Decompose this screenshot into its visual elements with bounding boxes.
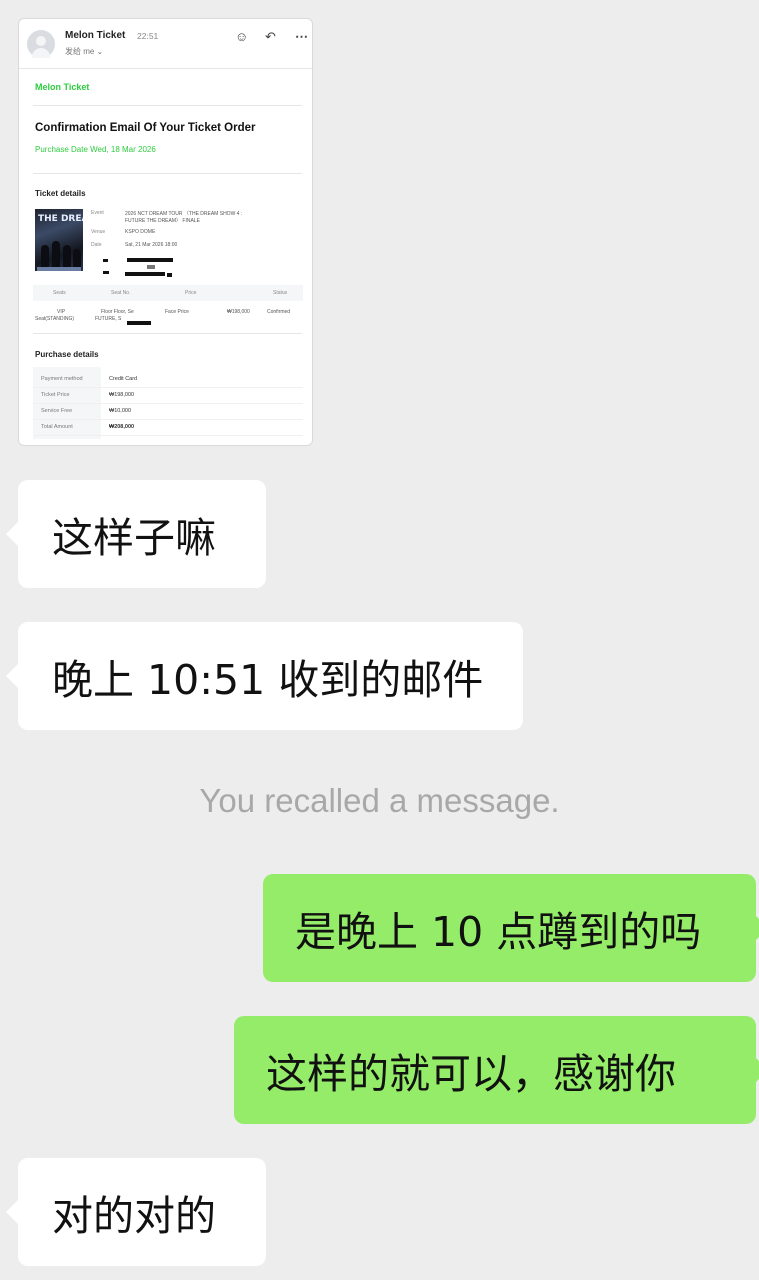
table-header-cell: Seats [53,290,66,296]
message-text: 这样的就可以，感谢你 [266,1050,676,1098]
redaction-mark [147,265,155,269]
purchase-label: Total Amount [41,424,73,430]
table-header-cell: Price [185,290,197,296]
recipient-line: 发给 me ⌄ [65,47,104,56]
message-text: 晚上 10:51 收到的邮件 [52,656,484,704]
event-label: Event [91,210,104,216]
ticket-details-heading: Ticket details [35,189,86,198]
row-price: ₩198,000 [227,309,250,315]
concert-poster-image: THE DREAM [35,209,83,271]
incoming-message-bubble[interactable]: 晚上 10:51 收到的邮件 [6,622,523,730]
outgoing-message-bubble[interactable]: 这样的就可以，感谢你 [234,1016,759,1124]
purchase-row: Total Amount ₩208,000 [33,419,303,436]
message-text: 是晚上 10 点蹲到的吗 [295,908,702,956]
date-label: Date [91,242,102,248]
redaction-mark [127,258,173,262]
row-seat-no: Floor Floor, Se [101,309,134,315]
table-header-cell: Status [273,290,288,296]
more-icon: ⋯ [295,29,308,44]
row-seat-type: Seat(STANDING) [35,316,75,322]
redaction-mark [167,273,172,277]
incoming-message-bubble[interactable]: 这样子嘛 [6,480,266,588]
event-value-line2: FUTURE THE DREAM〉 FINALE [125,218,200,224]
outgoing-message-bubble[interactable]: 是晚上 10 点蹲到的吗 [263,874,759,982]
purchase-row: Service Free ₩10,000 [33,403,303,420]
purchase-label: Service Free [41,408,73,414]
row-price-label: Face Price [165,309,189,315]
message-text: 这样子嘛 [52,514,216,562]
brand-name: Melon Ticket [35,82,90,92]
sender-avatar [27,30,55,58]
title-divider [33,173,302,174]
purchase-row: Ticket Price ₩198,000 [33,387,303,404]
purchase-value: ₩10,000 [109,408,132,414]
incoming-message-bubble[interactable]: 对的对的 [6,1158,266,1266]
emoji-icon: ☺ [235,29,249,44]
venue-value: KSPO DOME [125,229,156,235]
purchase-label: Ticket Price [41,392,70,398]
venue-label: Venue [91,229,106,235]
poster-title: THE DREAM [38,214,83,224]
email-screenshot-image[interactable]: Melon Ticket 22:51 发给 me ⌄ ☺ ↶ ⋯ Melon T… [18,18,313,446]
redaction-mark [125,272,165,276]
redaction-mark [103,271,109,274]
redaction-mark [103,259,108,262]
reply-icon: ↶ [265,29,276,44]
redaction-mark [127,321,151,325]
event-value-line1: 2026 NCT DREAM TOUR 〈THE DREAM SHOW 4 : [125,211,243,217]
sender-name: Melon Ticket [65,30,126,41]
email-title: Confirmation Email Of Your Ticket Order [35,122,256,134]
purchase-date: Purchase Date Wed, 18 Mar 2026 [35,145,156,154]
purchase-label: Payment method [41,376,83,382]
table-divider [33,333,302,334]
row-seat: VIP [57,309,66,315]
row-seat-no-line2: FUTURE, S [95,316,122,322]
brand-divider [33,105,302,106]
purchase-value: Credit Card [109,376,138,382]
email-time: 22:51 [137,31,159,41]
message-text: 对的对的 [52,1192,216,1240]
purchase-row: Payment method Credit Card [33,371,303,388]
total-amount-value: ₩208,000 [109,424,135,430]
purchase-value: ₩198,000 [109,392,135,398]
ticket-table-header: Seats Seat No. Price Status [33,285,303,301]
recalled-message-notice: You recalled a message. [199,782,560,819]
table-header-cell: Seat No. [111,290,131,296]
purchase-details-heading: Purchase details [35,350,99,359]
header-divider [19,68,312,69]
date-value: Sat, 21 Mar 2026 18:00 [125,242,178,248]
row-status: Confirmed [267,309,291,315]
